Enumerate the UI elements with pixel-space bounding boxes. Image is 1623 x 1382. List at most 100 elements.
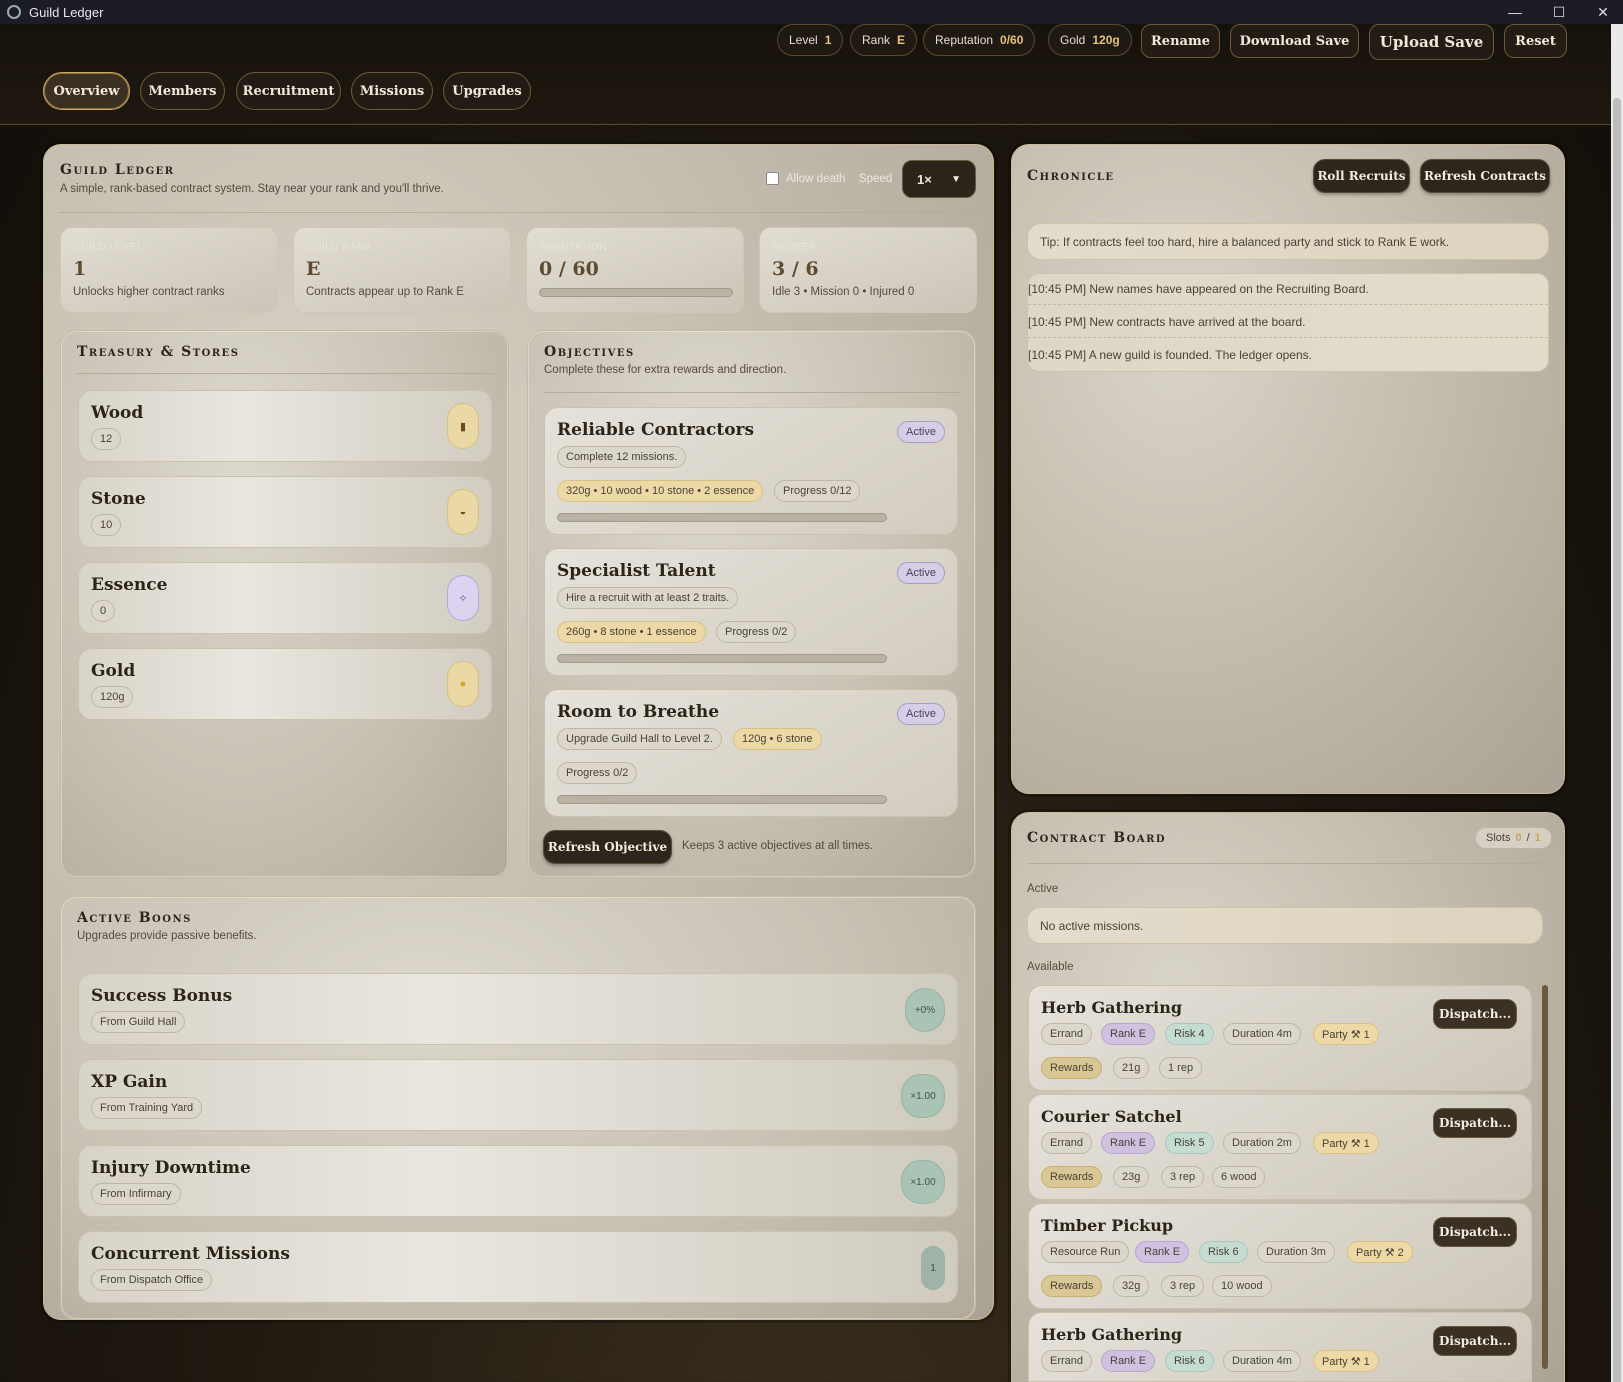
resource-name: Essence bbox=[91, 575, 168, 595]
speed-value: 1× bbox=[917, 171, 932, 187]
reward-pill: 3 rep bbox=[1161, 1166, 1205, 1188]
boon-value: ×1.00 bbox=[901, 1074, 945, 1118]
refresh-objective-button[interactable]: Refresh Objective bbox=[543, 830, 672, 864]
level-label: Level bbox=[789, 33, 818, 47]
objective-progress-text: Progress 0/12 bbox=[774, 480, 861, 502]
objective-progress-text: Progress 0/2 bbox=[716, 621, 797, 643]
contract-duration: Duration 4m bbox=[1223, 1023, 1301, 1045]
ledger-title: Guild Ledger bbox=[60, 162, 175, 178]
objective-desc: Complete 12 missions. bbox=[557, 446, 687, 468]
reputation-value: 0/60 bbox=[1000, 33, 1024, 47]
log-entry: [10:45 PM] New names have appeared on th… bbox=[1028, 282, 1548, 305]
objective-reward: 120g • 6 stone bbox=[733, 728, 822, 750]
reputation-label: Reputation bbox=[935, 33, 994, 47]
contract-type: Errand bbox=[1041, 1023, 1093, 1045]
stat-value: E bbox=[306, 258, 321, 280]
objective-status-badge: Active bbox=[897, 703, 945, 725]
contract-party: Party ⚒ 1 bbox=[1313, 1350, 1379, 1372]
objective-card: Reliable Contractors Active Complete 12 … bbox=[544, 407, 958, 535]
divider bbox=[60, 212, 976, 213]
refresh-contracts-button[interactable]: Refresh Contracts bbox=[1420, 159, 1550, 193]
contract-rank: Rank E bbox=[1101, 1132, 1156, 1154]
dispatch-button[interactable]: Dispatch... bbox=[1433, 1108, 1517, 1138]
contract-rank: Rank E bbox=[1101, 1350, 1156, 1372]
contract-risk: Risk 4 bbox=[1165, 1023, 1214, 1045]
boon-source: From Training Yard bbox=[91, 1097, 203, 1119]
dispatch-button[interactable]: Dispatch... bbox=[1433, 1326, 1517, 1356]
contract-list-scrollbar[interactable] bbox=[1542, 985, 1548, 1369]
tab-upgrades[interactable]: Upgrades bbox=[443, 72, 531, 110]
guild-level-card: GUILD LEVEL 1 Unlocks higher contract ra… bbox=[60, 227, 278, 313]
tab-recruitment[interactable]: Recruitment bbox=[236, 72, 341, 110]
boon-source: From Dispatch Office bbox=[91, 1269, 213, 1291]
rank-value: E bbox=[897, 33, 906, 47]
objective-reward: 320g • 10 wood • 10 stone • 2 essence bbox=[557, 480, 764, 502]
contract-party: Party ⚒ 2 bbox=[1347, 1241, 1413, 1263]
minimize-icon[interactable]: — bbox=[1492, 0, 1538, 24]
no-active-missions: No active missions. bbox=[1027, 907, 1543, 944]
objective-name: Reliable Contractors bbox=[557, 420, 755, 440]
divider bbox=[544, 392, 960, 393]
contract-risk: Risk 6 bbox=[1199, 1241, 1248, 1263]
rewards-label: Rewards bbox=[1041, 1166, 1103, 1188]
contract-type: Errand bbox=[1041, 1350, 1093, 1372]
objective-card: Specialist Talent Active Hire a recruit … bbox=[544, 548, 958, 676]
rewards-label: Rewards bbox=[1041, 1057, 1103, 1079]
speed-select[interactable]: 1× ▼ bbox=[902, 160, 976, 198]
stat-sub: Contracts appear up to Rank E bbox=[306, 286, 464, 298]
tab-missions[interactable]: Missions bbox=[351, 72, 433, 110]
maximize-icon[interactable]: ☐ bbox=[1536, 0, 1582, 24]
reset-button[interactable]: Reset bbox=[1504, 24, 1567, 58]
contract-duration: Duration 3m bbox=[1257, 1241, 1335, 1263]
objective-status-badge: Active bbox=[897, 421, 945, 443]
boon-name: XP Gain bbox=[91, 1072, 168, 1092]
objective-progress-text: Progress 0/2 bbox=[557, 762, 638, 784]
contract-rank: Rank E bbox=[1101, 1023, 1156, 1045]
objectives-title: Objectives bbox=[544, 344, 635, 360]
download-save-button[interactable]: Download Save bbox=[1230, 24, 1359, 58]
slots-used: 0 bbox=[1515, 832, 1522, 844]
boon-name: Success Bonus bbox=[91, 986, 233, 1006]
contract-duration: Duration 4m bbox=[1223, 1350, 1301, 1372]
level-chip: Level 1 bbox=[777, 24, 844, 56]
contract-risk: Risk 5 bbox=[1165, 1132, 1214, 1154]
roll-recruits-button[interactable]: Roll Recruits bbox=[1313, 159, 1410, 193]
tab-overview[interactable]: Overview bbox=[43, 72, 130, 110]
objective-card: Room to Breathe Active Upgrade Guild Hal… bbox=[544, 689, 958, 817]
stat-sub: Unlocks higher contract ranks bbox=[73, 286, 225, 298]
objective-status-badge: Active bbox=[897, 562, 945, 584]
objective-progress-bar bbox=[557, 654, 887, 663]
dispatch-button[interactable]: Dispatch... bbox=[1433, 999, 1517, 1029]
slots-separator: / bbox=[1526, 832, 1530, 844]
resource-wood: Wood 12 ▮ bbox=[78, 390, 492, 462]
stat-label: GUILD LEVEL bbox=[73, 242, 143, 253]
resource-stone: Stone 10 ◒ bbox=[78, 476, 492, 548]
dispatch-button[interactable]: Dispatch... bbox=[1433, 1217, 1517, 1247]
stat-label: ROSTER bbox=[772, 242, 817, 253]
guild-rank-card: GUILD RANK E Contracts appear up to Rank… bbox=[293, 227, 511, 313]
rename-button[interactable]: Rename bbox=[1141, 24, 1220, 58]
roster-card: ROSTER 3 / 6 Idle 3 • Mission 0 • Injure… bbox=[759, 227, 977, 313]
contract-card: Herb Gathering Dispatch... Errand Rank E… bbox=[1028, 985, 1532, 1091]
stat-label: REPUTATION bbox=[539, 242, 607, 253]
resource-name: Stone bbox=[91, 489, 146, 509]
objectives-subtitle: Complete these for extra rewards and dir… bbox=[544, 364, 787, 376]
level-value: 1 bbox=[824, 33, 832, 47]
close-icon[interactable]: ✕ bbox=[1580, 0, 1623, 24]
gold-label: Gold bbox=[1060, 33, 1086, 47]
stat-label: GUILD RANK bbox=[306, 242, 373, 253]
resource-amount: 12 bbox=[91, 428, 122, 450]
upload-save-button[interactable]: Upload Save bbox=[1369, 24, 1494, 60]
speed-label: Speed bbox=[859, 173, 893, 185]
objective-name: Specialist Talent bbox=[557, 561, 716, 581]
divider bbox=[1027, 863, 1549, 864]
essence-icon: ✧ bbox=[447, 575, 479, 621]
contract-risk: Risk 6 bbox=[1165, 1350, 1214, 1372]
page-scrollbar[interactable] bbox=[1611, 24, 1623, 1382]
scrollbar-thumb[interactable] bbox=[1613, 98, 1621, 1382]
reputation-card: REPUTATION 0 / 60 bbox=[526, 227, 744, 313]
tab-members[interactable]: Members bbox=[140, 72, 225, 110]
treasury-title: Treasury & Stores bbox=[77, 344, 240, 360]
allow-death-checkbox[interactable] bbox=[766, 172, 779, 185]
contract-card: Courier Satchel Dispatch... Errand Rank … bbox=[1028, 1094, 1532, 1200]
